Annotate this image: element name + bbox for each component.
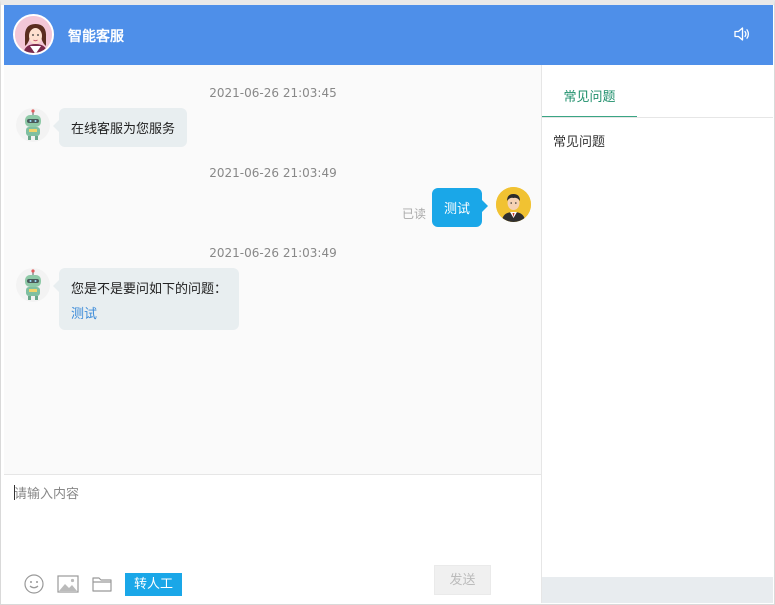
folder-icon[interactable]	[91, 573, 113, 595]
input-area: 转人工 发送	[4, 474, 542, 603]
emoji-icon[interactable]	[23, 573, 45, 595]
read-status: 已读	[402, 207, 427, 221]
robot-avatar-icon	[16, 268, 50, 302]
faq-content: 常见问题	[553, 135, 606, 150]
user-message-text: 测试	[444, 202, 471, 217]
tab-divider	[542, 117, 773, 118]
bot-message-text: 在线客服为您服务	[71, 122, 176, 137]
bot-message-bubble: 您是不是要问如下的问题： 测试	[52, 268, 240, 330]
tab-faq[interactable]: 常见问题	[542, 65, 637, 118]
message-timestamp: 2021-06-26 21:03:49	[209, 246, 337, 260]
user-avatar	[496, 187, 531, 222]
user-message-bubble: 测试	[432, 188, 489, 227]
transfer-to-human-button[interactable]: 转人工	[125, 573, 182, 596]
send-button[interactable]: 发送	[434, 565, 491, 595]
faq-panel-footer	[542, 577, 773, 603]
header-bar: 智能客服	[4, 5, 773, 65]
text-caret	[14, 485, 15, 500]
robot-avatar-icon	[16, 108, 50, 142]
agent-avatar	[13, 14, 54, 55]
faq-panel: 常见问题 常见问题	[542, 65, 773, 577]
message-list[interactable]: 2021-06-26 21:03:45 在线客服为您服务 2021-06-26 …	[4, 65, 542, 474]
header-title: 智能客服	[68, 29, 124, 45]
speaker-icon[interactable]	[733, 25, 751, 43]
message-timestamp: 2021-06-26 21:03:45	[209, 86, 337, 100]
bot-message-text: 您是不是要问如下的问题：	[71, 282, 228, 297]
image-icon[interactable]	[56, 573, 80, 595]
suggested-question-link[interactable]: 测试	[71, 303, 227, 322]
bot-message-bubble: 在线客服为您服务	[52, 108, 188, 147]
message-input[interactable]	[14, 483, 532, 563]
message-timestamp: 2021-06-26 21:03:49	[209, 166, 337, 180]
